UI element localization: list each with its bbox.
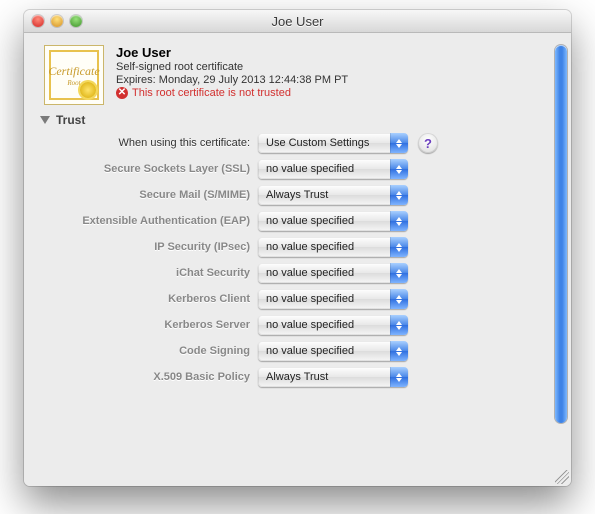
table-row: iChat Security no value specified [50,263,547,283]
policy-label: Kerberos Server [50,319,258,331]
certificate-icon-title: Certificate [48,64,99,79]
policy-label: Extensible Authentication (EAP) [50,215,258,227]
table-row: Code Signing no value specified [50,341,547,361]
popup-arrows-icon [390,211,408,231]
zoom-button[interactable] [70,15,82,27]
policy-label: IP Security (IPsec) [50,241,258,253]
policy-select-smime[interactable]: Always Trust [258,185,408,205]
policy-value: no value specified [258,319,390,331]
titlebar: Joe User [24,10,571,33]
popup-arrows-icon [390,159,408,179]
policy-select-code-signing[interactable]: no value specified [258,341,408,361]
certificate-warning: ✕ This root certificate is not trusted [116,87,348,99]
popup-arrows-icon [390,263,408,283]
trust-usage-row: When using this certificate: Use Custom … [50,133,547,153]
window-controls [32,15,82,27]
error-icon: ✕ [116,87,128,99]
popup-arrows-icon [390,315,408,335]
table-row: Kerberos Client no value specified [50,289,547,309]
trust-usage-label: When using this certificate: [50,137,258,149]
policy-label: iChat Security [50,267,258,279]
policy-select-kerberos-server[interactable]: no value specified [258,315,408,335]
policy-value: no value specified [258,267,390,279]
policy-value: no value specified [258,345,390,357]
popup-arrows-icon [390,237,408,257]
close-button[interactable] [32,15,44,27]
table-row: Kerberos Server no value specified [50,315,547,335]
table-row: X.509 Basic Policy Always Trust [50,367,547,387]
policy-label: X.509 Basic Policy [50,371,258,383]
certificate-warning-text: This root certificate is not trusted [132,87,291,99]
policy-select-ipsec[interactable]: no value specified [258,237,408,257]
popup-arrows-icon [390,367,408,387]
policy-select-ichat[interactable]: no value specified [258,263,408,283]
window: Joe User Certificate Root Joe User Self-… [24,10,571,486]
certificate-header: Certificate Root Joe User Self-signed ro… [44,45,547,105]
vertical-scrollbar[interactable] [553,45,569,474]
trust-usage-value: Use Custom Settings [258,137,390,149]
policy-label: Code Signing [50,345,258,357]
window-body: Certificate Root Joe User Self-signed ro… [24,33,571,486]
window-title: Joe User [24,14,571,29]
resize-grip-icon[interactable] [555,470,569,484]
policy-value: Always Trust [258,371,390,383]
table-row: Secure Sockets Layer (SSL) no value spec… [50,159,547,179]
popup-arrows-icon [390,185,408,205]
popup-arrows-icon [390,289,408,309]
minimize-button[interactable] [51,15,63,27]
policy-select-kerberos-client[interactable]: no value specified [258,289,408,309]
policy-value: no value specified [258,293,390,305]
popup-arrows-icon [390,133,408,153]
policy-value: no value specified [258,241,390,253]
policy-label: Secure Mail (S/MIME) [50,189,258,201]
policy-value: no value specified [258,215,390,227]
certificate-icon: Certificate Root [44,45,104,105]
policy-value: Always Trust [258,189,390,201]
certificate-type: Self-signed root certificate [116,61,348,73]
policy-select-ssl[interactable]: no value specified [258,159,408,179]
certificate-name: Joe User [116,45,348,60]
table-row: IP Security (IPsec) no value specified [50,237,547,257]
policy-value: no value specified [258,163,390,175]
help-button[interactable]: ? [418,133,438,153]
policy-select-eap[interactable]: no value specified [258,211,408,231]
trust-settings: When using this certificate: Use Custom … [50,133,547,387]
table-row: Extensible Authentication (EAP) no value… [50,211,547,231]
disclosure-triangle-icon [40,116,50,124]
seal-icon [80,82,96,98]
certificate-expiry: Expires: Monday, 29 July 2013 12:44:38 P… [116,74,348,86]
policy-select-x509[interactable]: Always Trust [258,367,408,387]
scrollbar-thumb[interactable] [555,45,567,423]
trust-disclosure[interactable]: Trust [40,113,547,127]
certificate-info: Joe User Self-signed root certificate Ex… [116,45,348,99]
policy-label: Secure Sockets Layer (SSL) [50,163,258,175]
policy-label: Kerberos Client [50,293,258,305]
table-row: Secure Mail (S/MIME) Always Trust [50,185,547,205]
popup-arrows-icon [390,341,408,361]
certificate-icon-sub: Root [67,79,80,87]
trust-section-label: Trust [56,113,85,127]
trust-usage-select[interactable]: Use Custom Settings [258,133,408,153]
